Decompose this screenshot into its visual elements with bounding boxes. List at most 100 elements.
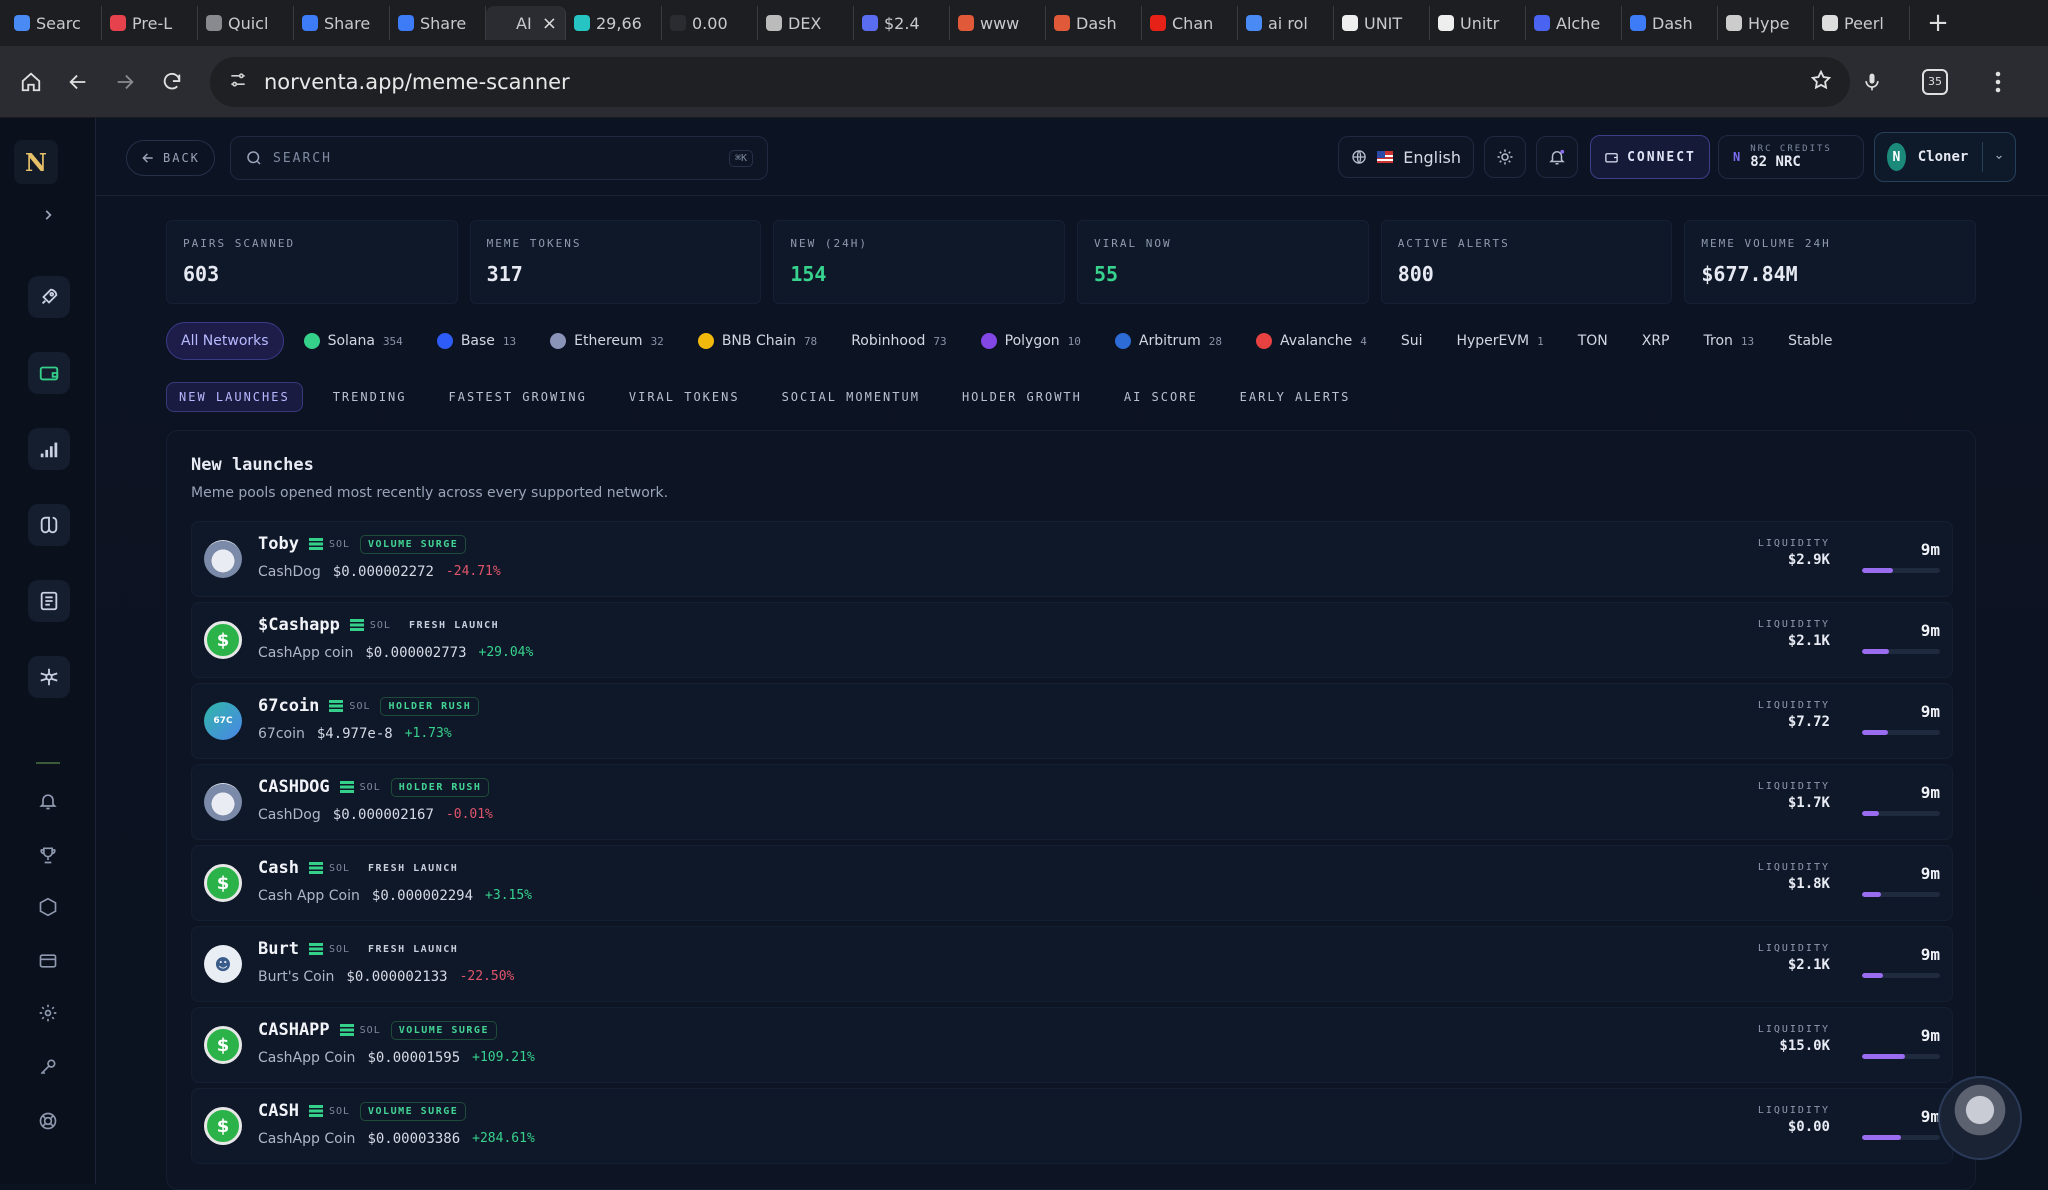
app-logo[interactable]: N bbox=[14, 140, 58, 184]
notifications-button[interactable] bbox=[1536, 136, 1578, 178]
network-chip[interactable]: Sui bbox=[1387, 322, 1437, 360]
wallet-icon[interactable] bbox=[28, 352, 70, 394]
browser-tab[interactable]: Share bbox=[294, 6, 390, 40]
browser-tab[interactable]: Share bbox=[390, 6, 486, 40]
chain-tag: SOL bbox=[308, 1105, 350, 1117]
home-icon[interactable] bbox=[14, 60, 47, 104]
tab-favicon-icon bbox=[1054, 15, 1070, 31]
network-chip[interactable]: HyperEVM 1 bbox=[1442, 322, 1557, 360]
token-logo-icon: $ bbox=[204, 864, 242, 902]
progress-bar bbox=[1862, 649, 1940, 654]
signal-badge: VOLUME SURGE bbox=[360, 1101, 467, 1121]
browser-tab[interactable]: Dash bbox=[1046, 6, 1142, 40]
key-icon[interactable] bbox=[33, 1052, 63, 1082]
browser-tab[interactable]: AI × bbox=[486, 6, 566, 40]
reload-icon[interactable] bbox=[155, 60, 188, 104]
language-selector[interactable]: English bbox=[1338, 136, 1474, 178]
browser-tab[interactable]: Peerl bbox=[1814, 6, 1910, 40]
network-nodes-icon[interactable] bbox=[28, 656, 70, 698]
document-list-icon[interactable] bbox=[28, 580, 70, 622]
new-tab-plus-icon[interactable]: + bbox=[1918, 8, 1958, 38]
network-chip[interactable]: Tron 13 bbox=[1690, 322, 1769, 360]
user-menu[interactable]: N Cloner bbox=[1874, 132, 2016, 182]
search-box[interactable]: ⌘K bbox=[230, 136, 768, 180]
browser-tab[interactable]: Searc bbox=[6, 6, 102, 40]
token-header: Burt SOL FRESH LAUNCH bbox=[258, 939, 466, 959]
gear-icon[interactable] bbox=[33, 998, 63, 1028]
token-row[interactable]: $ CASH SOL VOLUME SURGE CashApp Coin $0.00003… bbox=[191, 1088, 1953, 1164]
address-bar[interactable]: norventa.app/meme-scanner bbox=[210, 56, 1850, 107]
search-input[interactable] bbox=[273, 150, 719, 166]
category-tab[interactable]: TRENDING bbox=[321, 382, 419, 412]
browser-tab[interactable]: DEX bbox=[758, 6, 854, 40]
category-tab[interactable]: SOCIAL MOMENTUM bbox=[770, 382, 932, 412]
credits-display[interactable]: N NRC CREDITS 82 NRC bbox=[1718, 135, 1864, 179]
signal-bars-icon[interactable] bbox=[28, 428, 70, 470]
category-tab[interactable]: EARLY ALERTS bbox=[1228, 382, 1363, 412]
back-button[interactable]: BACK bbox=[126, 140, 215, 176]
back-arrow-icon[interactable] bbox=[61, 60, 94, 104]
token-row[interactable]: $ $Cashapp SOL FRESH LAUNCH CashApp coin $0.0… bbox=[191, 602, 1953, 678]
token-row[interactable]: ☻ Burt SOL FRESH LAUNCH Burt's Coin $0.000002… bbox=[191, 926, 1953, 1002]
browser-tab[interactable]: 29,66 bbox=[566, 6, 662, 40]
site-settings-icon[interactable] bbox=[228, 70, 248, 94]
browser-tab[interactable]: 0.00 bbox=[662, 6, 758, 40]
forward-arrow-icon[interactable] bbox=[108, 60, 141, 104]
category-tab[interactable]: FASTEST GROWING bbox=[437, 382, 599, 412]
token-row[interactable]: 67C 67coin SOL HOLDER RUSH 67coin $4.977e-8 +1… bbox=[191, 683, 1953, 759]
network-chip[interactable]: Arbitrum 28 bbox=[1101, 322, 1236, 360]
network-chip[interactable]: Robinhood 73 bbox=[837, 322, 960, 360]
browser-tab[interactable]: Chan bbox=[1142, 6, 1238, 40]
token-coin-icon[interactable] bbox=[33, 892, 63, 922]
network-count: 10 bbox=[1067, 334, 1081, 348]
browser-menu-icon[interactable] bbox=[1976, 60, 2020, 104]
browser-tab[interactable]: Unitr bbox=[1430, 6, 1526, 40]
rocket-icon[interactable] bbox=[28, 276, 70, 318]
browser-tab[interactable]: www bbox=[950, 6, 1046, 40]
category-tab[interactable]: VIRAL TOKENS bbox=[617, 382, 752, 412]
browser-tab[interactable]: $2.4 bbox=[854, 6, 950, 40]
category-tab[interactable]: AI SCORE bbox=[1112, 382, 1210, 412]
category-tab[interactable]: HOLDER GROWTH bbox=[950, 382, 1094, 412]
close-icon[interactable]: × bbox=[542, 13, 557, 34]
microphone-icon[interactable] bbox=[1850, 60, 1894, 104]
tab-title: 29,66 bbox=[596, 13, 642, 33]
theme-toggle-button[interactable] bbox=[1484, 136, 1526, 178]
browser-tab[interactable]: Quicl bbox=[198, 6, 294, 40]
network-chip[interactable]: Solana 354 bbox=[290, 322, 417, 360]
bell-icon[interactable] bbox=[33, 786, 63, 816]
browser-tab[interactable]: Pre-L bbox=[102, 6, 198, 40]
network-chip[interactable]: Stable bbox=[1774, 322, 1846, 360]
card-icon[interactable] bbox=[33, 946, 63, 976]
network-chip[interactable]: TON bbox=[1564, 322, 1622, 360]
brain-icon[interactable] bbox=[28, 504, 70, 546]
signal-badge: FRESH LAUNCH bbox=[368, 862, 459, 874]
token-row[interactable]: CASHDOG SOL HOLDER RUSH CashDog $0.000002167… bbox=[191, 764, 1953, 840]
network-chip[interactable]: Avalanche 4 bbox=[1242, 322, 1381, 360]
sun-icon bbox=[1497, 149, 1513, 165]
network-chip[interactable]: Ethereum 32 bbox=[536, 322, 678, 360]
trophy-icon[interactable] bbox=[33, 840, 63, 870]
network-chip[interactable]: Polygon 10 bbox=[967, 322, 1095, 360]
browser-tab[interactable]: UNIT bbox=[1334, 6, 1430, 40]
network-chip[interactable]: XRP bbox=[1628, 322, 1684, 360]
tab-favicon-icon bbox=[574, 15, 590, 31]
bookmark-star-icon[interactable] bbox=[1810, 69, 1832, 95]
browser-tab[interactable]: Alche bbox=[1526, 6, 1622, 40]
support-lifebuoy-icon[interactable] bbox=[33, 1106, 63, 1136]
browser-tab[interactable]: Dash bbox=[1622, 6, 1718, 40]
network-chip[interactable]: All Networks bbox=[166, 322, 284, 360]
token-row[interactable]: $ CASHAPP SOL VOLUME SURGE CashApp Coin $0.00… bbox=[191, 1007, 1953, 1083]
connect-wallet-button[interactable]: CONNECT bbox=[1590, 135, 1710, 179]
assistant-avatar-button[interactable] bbox=[1938, 1076, 2022, 1160]
browser-tab[interactable]: ai rol bbox=[1238, 6, 1334, 40]
chain-tag: SOL bbox=[308, 943, 350, 955]
browser-tab[interactable]: Hype bbox=[1718, 6, 1814, 40]
category-tab[interactable]: NEW LAUNCHES bbox=[166, 382, 303, 412]
token-row[interactable]: $ Cash SOL FRESH LAUNCH Cash App Coin $0.0000… bbox=[191, 845, 1953, 921]
token-row[interactable]: Toby SOL VOLUME SURGE CashDog $0.000002272 -2… bbox=[191, 521, 1953, 597]
network-chip[interactable]: BNB Chain 78 bbox=[684, 322, 831, 360]
extension-badge-icon[interactable]: 35 bbox=[1922, 68, 1948, 95]
chevron-right-icon[interactable] bbox=[33, 200, 63, 230]
network-chip[interactable]: Base 13 bbox=[423, 322, 530, 360]
